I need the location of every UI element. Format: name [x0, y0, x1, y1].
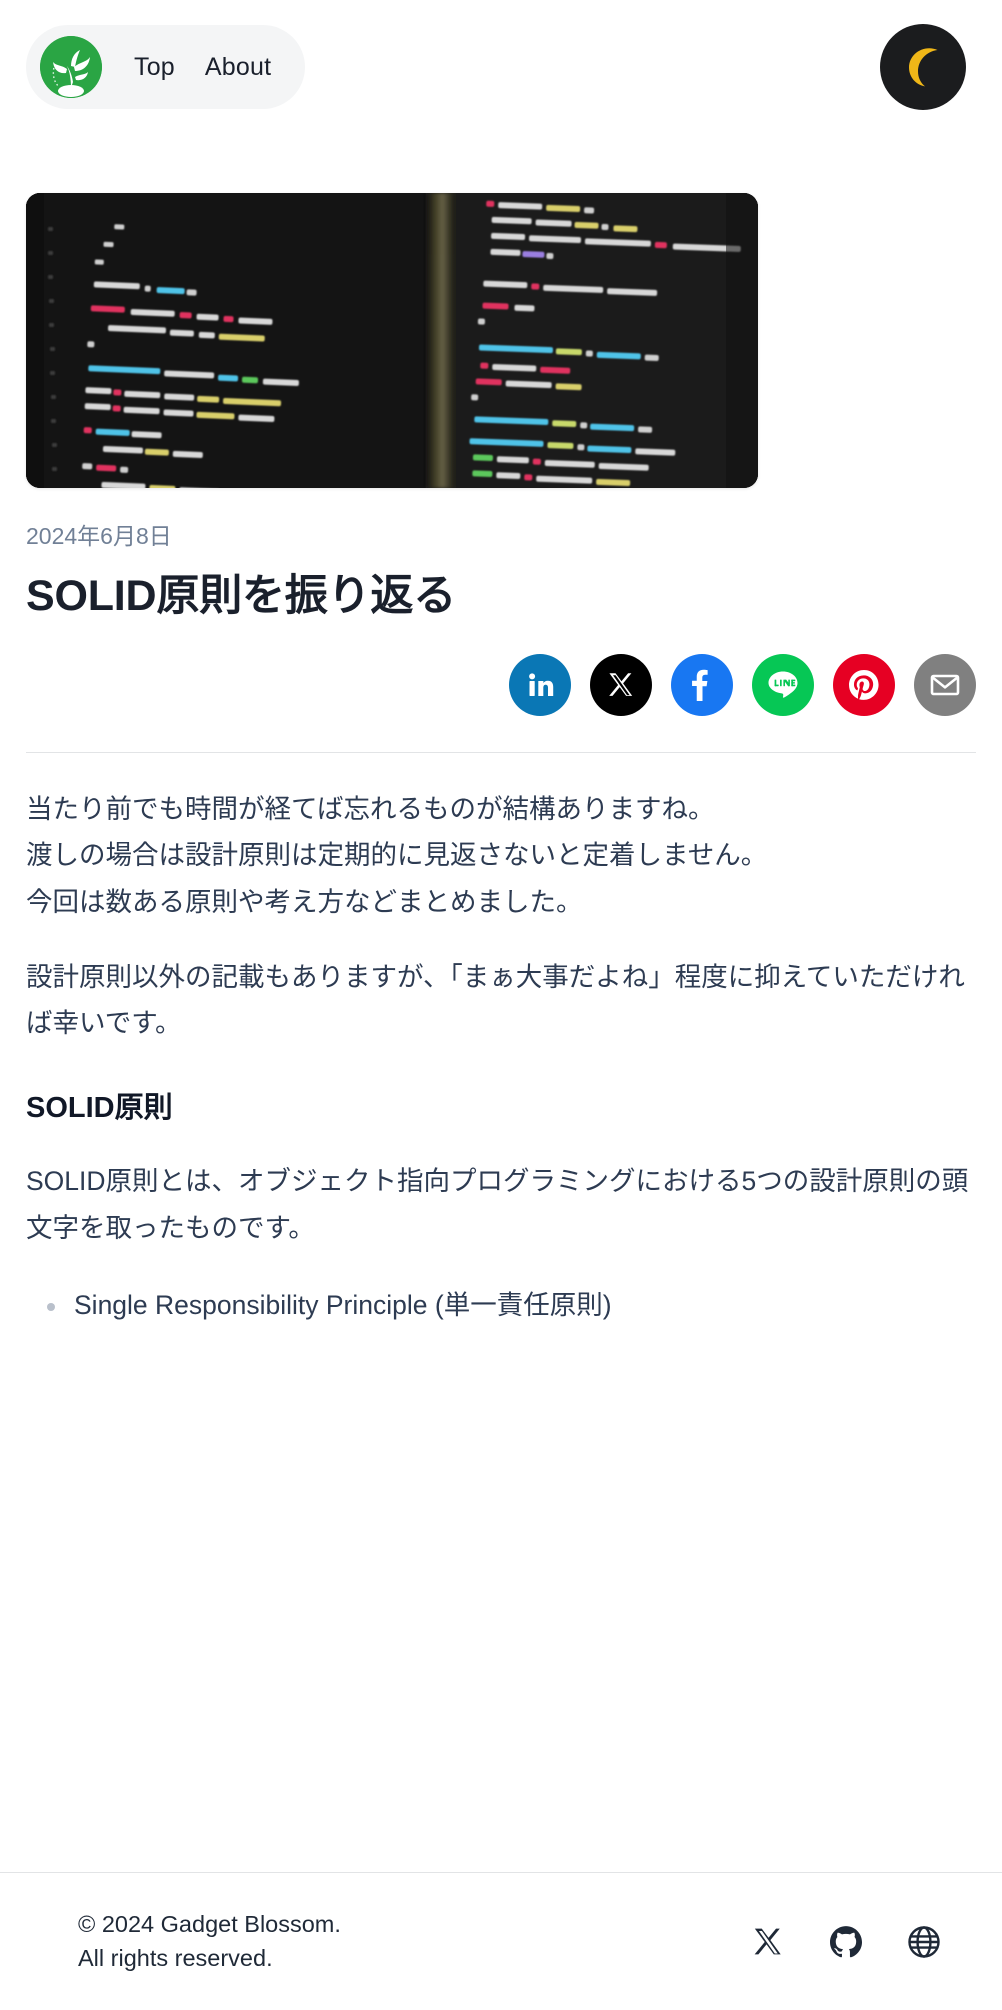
site-header: Top About [0, 0, 1002, 134]
nav-pill: Top About [26, 25, 306, 109]
share-email-button[interactable] [914, 653, 976, 716]
main-nav: Top About [134, 53, 271, 82]
article-hero-image [26, 193, 758, 488]
site-footer: © 2024 Gadget Blossom. All rights reserv… [0, 1872, 1002, 2010]
share-pinterest-button[interactable] [833, 653, 895, 716]
paragraph-solid-intro: SOLID原則とは、オブジェクト指向プログラミングにおける5つの設計原則の頭文字… [26, 1166, 969, 1243]
intro-line-1: 当たり前でも時間が経てば忘れるものが結構ありますね。 [26, 793, 715, 824]
plant-sprout-logo-icon[interactable] [40, 36, 102, 98]
solid-principles-list: Single Responsibility Principle (単一責任原則) [26, 1251, 976, 1328]
pinterest-icon [845, 666, 883, 704]
x-twitter-icon [751, 1925, 785, 1959]
paragraph-intro: 当たり前でも時間が経てば忘れるものが結構ありますね。 渡しの場合は設計原則は定期… [26, 753, 976, 925]
footer-social-links [748, 1922, 964, 1962]
share-line-button[interactable] [752, 653, 814, 716]
share-x-button[interactable] [590, 653, 652, 716]
footer-website-link[interactable] [904, 1922, 944, 1962]
globe-icon [905, 1923, 943, 1961]
footer-copyright: © 2024 Gadget Blossom. All rights reserv… [78, 1908, 341, 1975]
heading-solid: SOLID原則 [26, 1091, 173, 1124]
linkedin-icon [523, 668, 557, 702]
share-button-row [26, 653, 976, 716]
mail-envelope-icon [928, 668, 962, 702]
share-linkedin-button[interactable] [509, 653, 571, 716]
line-icon [761, 663, 805, 707]
post-date: 2024年6月8日 [26, 523, 172, 549]
github-icon [827, 1923, 865, 1961]
article-main: 2024年6月8日 SOLID原則を振り返る 当たり前でも時間が経てば忘れるもの… [0, 500, 1002, 1328]
footer-x-link[interactable] [748, 1922, 788, 1962]
footer-copyright-line1: © 2024 Gadget Blossom. [78, 1911, 341, 1938]
nav-link-top[interactable]: Top [134, 53, 175, 82]
x-twitter-icon [606, 670, 636, 700]
dark-mode-toggle-button[interactable] [880, 24, 966, 110]
nav-link-about[interactable]: About [205, 53, 271, 82]
crescent-moon-icon [898, 42, 948, 92]
share-facebook-button[interactable] [671, 653, 733, 716]
footer-github-link[interactable] [826, 1922, 866, 1962]
footer-copyright-line2: All rights reserved. [78, 1944, 273, 1971]
list-item: Single Responsibility Principle (単一責任原則) [26, 1283, 976, 1328]
post-body: 当たり前でも時間が経てば忘れるものが結構ありますね。 渡しの場合は設計原則は定期… [26, 753, 976, 1328]
intro-line-2: 渡しの場合は設計原則は定期的に見返さないと定着しません。 [26, 840, 768, 871]
intro-line-3: 今回は数ある原則や考え方などまとめました。 [26, 886, 583, 917]
post-title: SOLID原則を振り返る [26, 572, 456, 621]
facebook-icon [684, 667, 720, 703]
page-root: Top About 2024年6月8日 SOLID原則を振り返る 当たり前でも時… [0, 0, 1002, 2010]
paragraph-second: 設計原則以外の記載もありますが、「まぁ大事だよね」程度に抑えていただければ幸いで… [26, 962, 965, 1039]
